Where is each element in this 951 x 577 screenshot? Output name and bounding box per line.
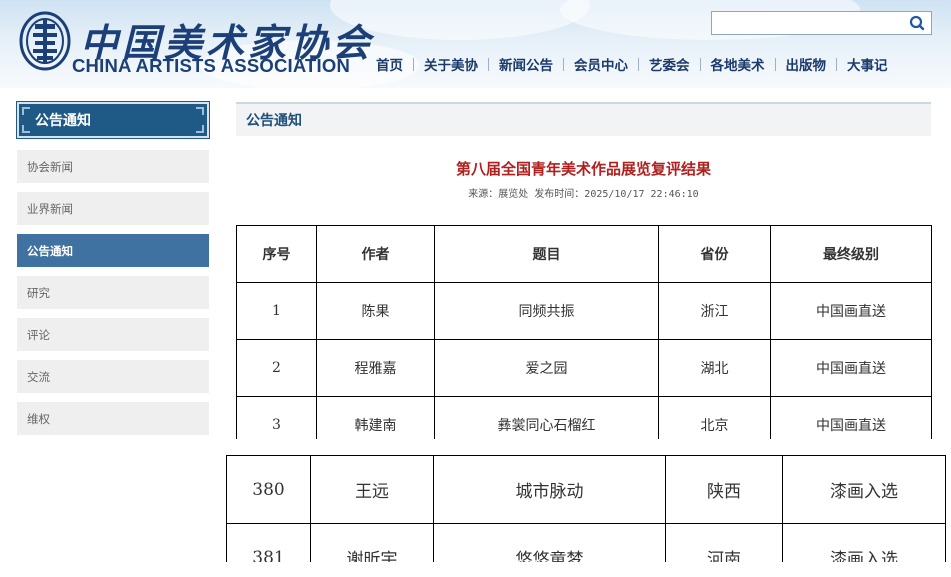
sidebar-item-industry-news[interactable]: 业界新闻 <box>17 192 209 225</box>
cell-province: 浙江 <box>658 282 771 340</box>
results-table-region: 序号 作者 题目 省份 最终级别 1 陈果 同频共振 浙江 中国画直送 2 程雅… <box>230 220 940 439</box>
association-emblem-icon <box>19 11 71 71</box>
site-logo[interactable]: 中国美术家协会 CHINA ARTISTS ASSOCIATION <box>14 6 370 82</box>
table-row: 380 王远 城市脉动 陕西 漆画入选 <box>226 455 946 524</box>
sidebar-item-exchange[interactable]: 交流 <box>17 360 209 393</box>
column-header-author: 作者 <box>316 225 435 283</box>
section-header: 公告通知 <box>236 102 931 136</box>
column-header-province: 省份 <box>658 225 771 283</box>
sidebar-item-research[interactable]: 研究 <box>17 276 209 309</box>
nav-events[interactable]: 大事记 <box>837 54 898 74</box>
table-row: 1 陈果 同频共振 浙江 中国画直送 <box>236 282 932 340</box>
nav-regional-art[interactable]: 各地美术 <box>701 54 775 74</box>
cell-number: 380 <box>226 455 311 524</box>
results-table: 序号 作者 题目 省份 最终级别 1 陈果 同频共振 浙江 中国画直送 2 程雅… <box>236 225 932 439</box>
column-header-title: 题目 <box>434 225 659 283</box>
site-header: 中国美术家协会 CHINA ARTISTS ASSOCIATION 首页 关于美… <box>0 0 951 88</box>
cell-author: 韩建南 <box>316 396 435 439</box>
table-header-row: 序号 作者 题目 省份 最终级别 <box>236 225 932 283</box>
cell-title: 爱之园 <box>434 339 659 397</box>
main-nav: 首页 关于美协 新闻公告 会员中心 艺委会 各地美术 出版物 大事记 <box>366 54 898 74</box>
sidebar-item-rights[interactable]: 维权 <box>17 402 209 435</box>
cell-province: 陕西 <box>665 455 783 524</box>
corner-ornament <box>22 107 30 115</box>
cell-province: 湖北 <box>658 339 771 397</box>
article-title: 第八届全国青年美术作品展览复评结果 <box>455 160 711 178</box>
cell-author: 陈果 <box>316 282 435 340</box>
search-box <box>711 11 932 35</box>
section-title: 公告通知 <box>246 112 302 128</box>
search-input[interactable] <box>712 12 902 34</box>
nav-art-committee[interactable]: 艺委会 <box>639 54 700 74</box>
cell-level: 漆画入选 <box>782 455 946 524</box>
results-table-continued-region: 380 王远 城市脉动 陕西 漆画入选 381 谢昕宇 悠悠童梦 河南 漆画入选 <box>222 452 951 562</box>
cell-author: 王远 <box>310 455 434 524</box>
cell-title: 城市脉动 <box>433 455 666 524</box>
cell-number: 2 <box>236 339 317 397</box>
sidebar-title: 公告通知 <box>16 101 210 139</box>
cell-title: 彝裳同心石榴红 <box>434 396 659 439</box>
sidebar-item-reviews[interactable]: 评论 <box>17 318 209 351</box>
cell-number: 1 <box>236 282 317 340</box>
corner-ornament <box>196 107 204 115</box>
cell-number: 3 <box>236 396 317 439</box>
table-row: 381 谢昕宇 悠悠童梦 河南 漆画入选 <box>226 523 946 562</box>
nav-news[interactable]: 新闻公告 <box>489 54 563 74</box>
cell-title: 悠悠童梦 <box>433 523 666 562</box>
cell-level: 中国画直送 <box>770 282 932 340</box>
search-icon[interactable] <box>909 15 925 31</box>
article-meta: 来源：展览处 发布时间：2025/10/17 22:46:10 <box>468 189 699 200</box>
column-header-level: 最终级别 <box>770 225 932 283</box>
sidebar-item-announcements[interactable]: 公告通知 <box>17 234 209 267</box>
cell-level: 中国画直送 <box>770 396 932 439</box>
nav-home[interactable]: 首页 <box>366 54 413 74</box>
cell-title: 同频共振 <box>434 282 659 340</box>
cell-level: 中国画直送 <box>770 339 932 397</box>
column-header-number: 序号 <box>236 225 317 283</box>
table-row: 3 韩建南 彝裳同心石榴红 北京 中国画直送 <box>236 396 932 439</box>
logo-english-text: CHINA ARTISTS ASSOCIATION <box>72 55 351 76</box>
nav-about[interactable]: 关于美协 <box>414 54 488 74</box>
table-row: 2 程雅嘉 爱之园 湖北 中国画直送 <box>236 339 932 397</box>
results-table-continued: 380 王远 城市脉动 陕西 漆画入选 381 谢昕宇 悠悠童梦 河南 漆画入选 <box>226 455 946 562</box>
nav-members[interactable]: 会员中心 <box>564 54 638 74</box>
cell-author: 程雅嘉 <box>316 339 435 397</box>
sidebar-title-text: 公告通知 <box>35 112 91 128</box>
nav-publications[interactable]: 出版物 <box>776 54 837 74</box>
cell-province: 北京 <box>658 396 771 439</box>
corner-ornament <box>196 125 204 133</box>
cell-level: 漆画入选 <box>782 523 946 562</box>
corner-ornament <box>22 125 30 133</box>
cell-author: 谢昕宇 <box>310 523 434 562</box>
sidebar-menu: 协会新闻 业界新闻 公告通知 研究 评论 交流 维权 <box>17 150 209 444</box>
cell-number: 381 <box>226 523 311 562</box>
cell-province: 河南 <box>665 523 783 562</box>
sidebar-item-association-news[interactable]: 协会新闻 <box>17 150 209 183</box>
